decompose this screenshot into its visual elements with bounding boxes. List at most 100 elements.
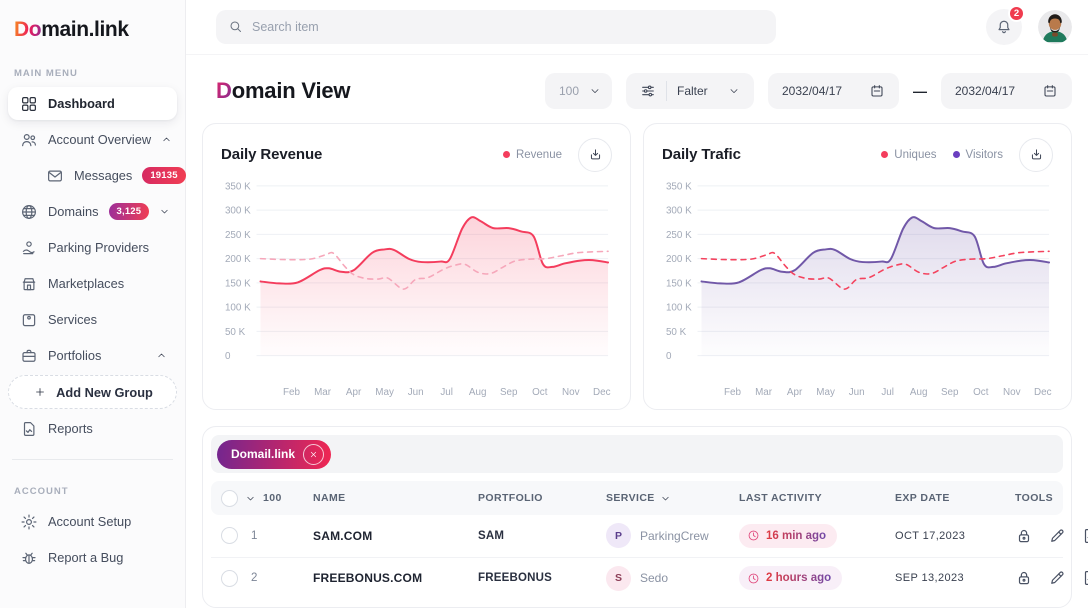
column-label: EXP DATE (895, 492, 950, 504)
sidebar-item-reports[interactable]: Reports (8, 412, 177, 445)
file-plus-icon[interactable] (1081, 527, 1088, 545)
date-from-value: 2032/04/17 (782, 84, 842, 98)
lock-icon[interactable] (1015, 527, 1033, 545)
sidebar-item-services[interactable]: Services (8, 303, 177, 336)
svg-text:Oct: Oct (973, 387, 989, 398)
sidebar-item-dashboard[interactable]: Dashboard (8, 87, 177, 120)
search-bar[interactable] (216, 10, 776, 44)
download-button[interactable] (1019, 138, 1053, 172)
sidebar-item-account-overview[interactable]: Account Overview (8, 123, 177, 156)
column-header-last-activity[interactable]: LAST ACTIVITY (733, 481, 889, 515)
sidebar-item-label: Parking Providers (48, 240, 167, 255)
svg-text:Apr: Apr (787, 387, 803, 398)
row-checkbox[interactable] (221, 527, 238, 544)
svg-text:Aug: Aug (469, 387, 487, 398)
page-head: Domain View 100 Falter 2032/04/17 (186, 55, 1088, 123)
edit-icon[interactable] (1048, 527, 1066, 545)
filter-chip-label: Domail.link (231, 447, 295, 461)
table-row[interactable]: 2FREEBONUS.COMFREEBONUSSSedo2 hours agoS… (211, 557, 1063, 599)
daily-revenue-plot: 350 K300 K250 K200 K150 K100 K50 K0FebMa… (221, 174, 612, 403)
svg-text:Feb: Feb (283, 387, 301, 398)
date-from-picker[interactable]: 2032/04/17 (768, 73, 899, 109)
svg-text:Jul: Jul (440, 387, 453, 398)
svg-text:Dec: Dec (1034, 387, 1052, 398)
chart-legend: Revenue (503, 149, 562, 161)
svg-text:Oct: Oct (532, 387, 548, 398)
service-cell: PParkingCrew (606, 523, 727, 548)
topbar: 2 (186, 0, 1088, 55)
column-header-portfolio[interactable]: PORTFOLIO (472, 481, 600, 515)
service-avatar: S (606, 566, 631, 591)
sidebar-item-label: Dashboard (48, 96, 167, 111)
chart-header: Daily Revenue Revenue (221, 138, 612, 172)
daily-revenue-card: Daily RevenueRevenue350 K300 K250 K200 K… (202, 123, 631, 410)
app-logo[interactable]: Domain.link (8, 14, 177, 42)
legend-item-visitors: Visitors (953, 149, 1004, 161)
select-all-checkbox[interactable] (221, 490, 238, 507)
table-header-row: 100NAMEPORTFOLIOSERVICELAST ACTIVITYEXP … (211, 481, 1063, 515)
dashboard-icon (20, 95, 38, 113)
row-checkbox[interactable] (221, 570, 238, 587)
download-icon (1029, 147, 1044, 162)
column-label: NAME (313, 492, 346, 504)
plus-icon (34, 386, 46, 398)
file-plus-icon[interactable] (1081, 569, 1088, 587)
search-icon (228, 19, 243, 34)
main-menu-label: MAIN MENU (14, 68, 177, 79)
sliders-icon (640, 83, 656, 99)
chart-header: Daily TraficUniquesVisitors (662, 138, 1053, 172)
row-number: 2 (251, 572, 257, 584)
sidebar-item-parking-providers[interactable]: Parking Providers (8, 231, 177, 264)
charts-row: Daily RevenueRevenue350 K300 K250 K200 K… (186, 123, 1088, 410)
column-header-tools[interactable]: TOOLS (1009, 481, 1063, 515)
remove-filter-button[interactable] (303, 444, 324, 465)
table-row[interactable]: 1SAM.COMSAMPParkingCrew16 min agoOCT 17,… (211, 515, 1063, 557)
search-input[interactable] (252, 20, 764, 34)
svg-text:300 K: 300 K (225, 206, 251, 217)
account-menu: Account Setup Report a Bug (8, 505, 177, 574)
sidebar-item-portfolios[interactable]: Portfolios (8, 339, 177, 372)
column-header-exp-date[interactable]: EXP DATE (889, 481, 1009, 515)
sidebar-item-messages[interactable]: Messages19135 (34, 159, 177, 192)
count-badge: 3,125 (109, 203, 150, 220)
avatar[interactable] (1038, 10, 1072, 44)
sidebar-item-label: Add New Group (56, 385, 153, 400)
download-button[interactable] (578, 138, 612, 172)
column-header-service[interactable]: SERVICE (600, 481, 733, 515)
filter-dropdown[interactable]: Falter (626, 73, 754, 109)
exp-date: SEP 13,2023 (889, 557, 1009, 599)
main-area: 2 Domain View 100 (186, 0, 1088, 608)
close-icon (309, 450, 318, 459)
sidebar-item-add-new-group[interactable]: Add New Group (8, 375, 177, 409)
domain-name: FREEBONUS.COM (307, 557, 472, 599)
sidebar-item-label: Report a Bug (48, 550, 167, 565)
briefcase-icon (20, 347, 38, 365)
edit-icon[interactable] (1048, 569, 1066, 587)
users-icon (20, 131, 38, 149)
svg-text:Feb: Feb (724, 387, 742, 398)
svg-text:250 K: 250 K (225, 230, 251, 241)
notifications-button[interactable]: 2 (986, 9, 1022, 45)
filter-label: Falter (677, 84, 718, 98)
lock-icon[interactable] (1015, 569, 1033, 587)
count-badge: 19135 (142, 167, 185, 184)
column-header-name[interactable]: NAME (307, 481, 472, 515)
bug-icon (20, 549, 38, 567)
svg-text:350 K: 350 K (666, 181, 692, 192)
legend-label: Revenue (516, 149, 562, 161)
sidebar-item-account-setup[interactable]: Account Setup (8, 505, 177, 538)
sidebar-item-label: Services (48, 312, 167, 327)
sidebar-item-marketplaces[interactable]: Marketplaces (8, 267, 177, 300)
filter-chip[interactable]: Domail.link (217, 440, 331, 469)
legend-label: Uniques (894, 149, 936, 161)
gear-icon (20, 513, 38, 531)
page-size-select[interactable]: 100 (545, 73, 612, 109)
sidebar-item-report-a-bug[interactable]: Report a Bug (8, 541, 177, 574)
calendar-icon (1042, 83, 1058, 99)
date-to-picker[interactable]: 2032/04/17 (941, 73, 1072, 109)
main-menu: Dashboard Account OverviewMessages19135Do… (8, 87, 177, 445)
store-icon (20, 275, 38, 293)
chart-title: Daily Revenue (221, 146, 487, 163)
sidebar-item-domains[interactable]: Domains3,125 (8, 195, 177, 228)
chevron-down-icon (660, 493, 671, 504)
